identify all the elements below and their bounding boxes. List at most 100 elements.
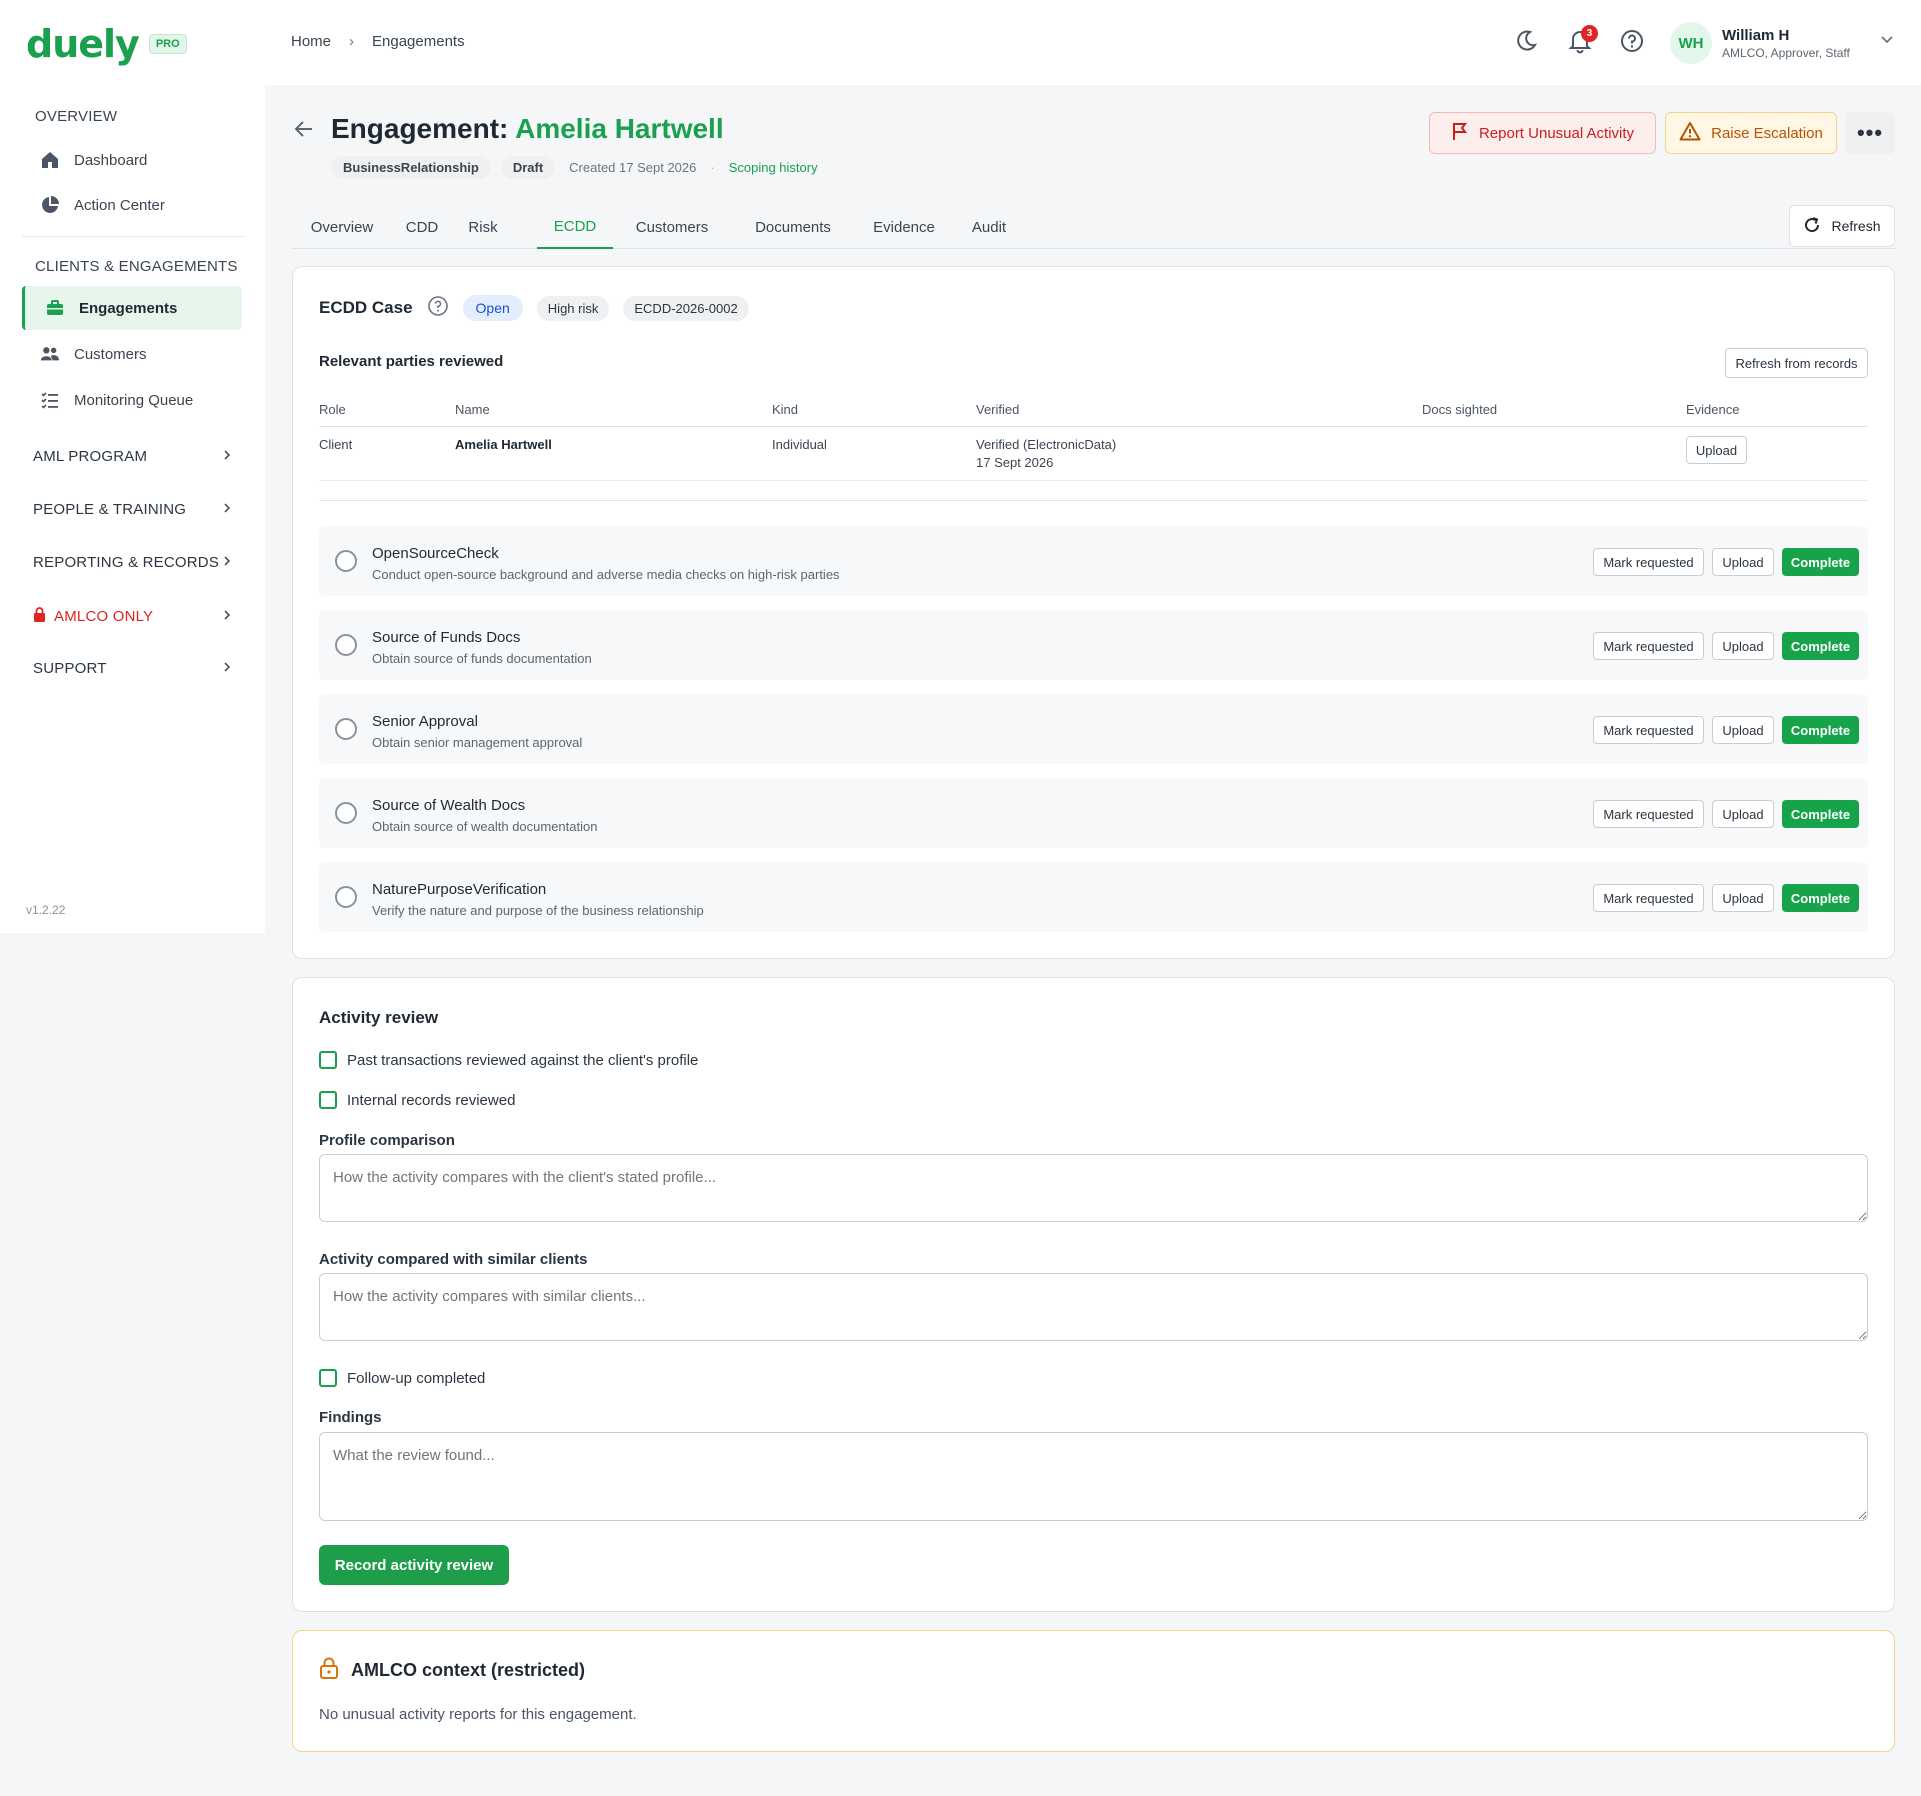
amlco-empty-message: No unusual activity reports for this eng… xyxy=(319,1706,637,1723)
mark-requested-button[interactable]: Mark requested xyxy=(1593,548,1704,576)
nav-group-label: SUPPORT xyxy=(33,660,107,677)
chevron-down-icon[interactable] xyxy=(1880,32,1894,50)
sidebar-item-label: Monitoring Queue xyxy=(74,391,194,409)
brand-tier-badge: PRO xyxy=(148,34,187,54)
parties-title: Relevant parties reviewed xyxy=(319,353,504,370)
record-activity-review-button[interactable]: Record activity review xyxy=(319,1545,509,1585)
nav-section-overview: OVERVIEW xyxy=(35,108,118,125)
bell-icon[interactable]: 3 xyxy=(1567,25,1598,54)
sidebar-item-action-center[interactable]: Action Center xyxy=(22,183,242,227)
party-name: Amelia Hartwell xyxy=(455,437,552,452)
more-actions-button[interactable]: ••• xyxy=(1845,112,1895,154)
back-arrow-icon[interactable] xyxy=(293,118,315,144)
tab-risk[interactable]: Risk xyxy=(452,205,514,249)
avatar[interactable]: WH xyxy=(1670,22,1712,64)
help-circle-icon[interactable] xyxy=(427,295,449,321)
nav-group-label: PEOPLE & TRAINING xyxy=(33,501,187,518)
upload-button[interactable]: Upload xyxy=(1712,632,1774,660)
user-name[interactable]: William H xyxy=(1722,27,1789,44)
brand-logo[interactable]: duely PRO xyxy=(26,22,187,66)
profile-comparison-field[interactable] xyxy=(319,1154,1868,1222)
refresh-button[interactable]: Refresh xyxy=(1789,205,1895,247)
nav-group-support[interactable]: SUPPORT xyxy=(33,660,233,677)
mark-requested-button[interactable]: Mark requested xyxy=(1593,716,1704,744)
chevron-right-icon xyxy=(221,660,233,677)
tab-audit[interactable]: Audit xyxy=(953,205,1025,249)
column-header: Kind xyxy=(772,402,799,417)
breadcrumb-home[interactable]: Home xyxy=(291,33,331,50)
sidebar-item-dashboard[interactable]: Dashboard xyxy=(22,138,242,182)
mark-requested-button[interactable]: Mark requested xyxy=(1593,800,1704,828)
tab-evidence[interactable]: Evidence xyxy=(855,205,953,249)
sidebar-item-label: Engagements xyxy=(79,299,178,317)
findings-field[interactable] xyxy=(319,1432,1868,1521)
moon-icon[interactable] xyxy=(1513,28,1539,54)
internal-records-checkbox[interactable] xyxy=(319,1091,337,1109)
flag-icon xyxy=(1451,121,1469,145)
internal-records-checkbox-row[interactable]: Internal records reviewed xyxy=(319,1091,515,1109)
column-header: Name xyxy=(455,402,490,417)
upload-button[interactable]: Upload xyxy=(1712,800,1774,828)
task-description: Obtain source of funds documentation xyxy=(372,651,592,666)
evidence-upload-button[interactable]: Upload xyxy=(1686,436,1747,464)
followup-completed-checkbox[interactable] xyxy=(319,1369,337,1387)
sidebar-item-monitoring-queue[interactable]: Monitoring Queue xyxy=(22,378,242,422)
ecdd-task: Source of Funds Docs Obtain source of fu… xyxy=(319,610,1868,680)
complete-button[interactable]: Complete xyxy=(1782,632,1859,660)
sidebar-item-engagements[interactable]: Engagements xyxy=(22,286,242,330)
task-status-radio[interactable] xyxy=(335,634,357,656)
party-verified: Verified (ElectronicData) 17 Sept 2026 xyxy=(976,437,1116,470)
section-divider xyxy=(319,500,1868,501)
tab-ecdd[interactable]: ECDD xyxy=(537,205,613,249)
transactions-reviewed-checkbox-row[interactable]: Past transactions reviewed against the c… xyxy=(319,1051,698,1069)
sidebar-item-customers[interactable]: Customers xyxy=(22,332,242,376)
complete-button[interactable]: Complete xyxy=(1782,716,1859,744)
task-name: Source of Funds Docs xyxy=(372,629,521,646)
refresh-from-records-button[interactable]: Refresh from records xyxy=(1725,348,1868,378)
parties-table: Role Name Kind Verified Docs sighted Evi… xyxy=(319,393,1868,481)
refresh-icon xyxy=(1803,216,1821,237)
engagement-name: Amelia Hartwell xyxy=(515,113,724,144)
followup-checkbox-row[interactable]: Follow-up completed xyxy=(319,1369,485,1387)
ecdd-header: ECDD Case Open High risk ECDD-2026-0002 xyxy=(319,295,749,321)
complete-button[interactable]: Complete xyxy=(1782,800,1859,828)
similar-clients-field[interactable] xyxy=(319,1273,1868,1341)
nav-group-label: REPORTING & RECORDS xyxy=(33,554,220,571)
nav-group-aml-program[interactable]: AML PROGRAM xyxy=(33,448,233,465)
complete-button[interactable]: Complete xyxy=(1782,548,1859,576)
page-title: Engagement: Amelia Hartwell xyxy=(331,113,724,145)
tab-customers[interactable]: Customers xyxy=(613,205,731,249)
task-status-radio[interactable] xyxy=(335,886,357,908)
task-status-radio[interactable] xyxy=(335,550,357,572)
upload-button[interactable]: Upload xyxy=(1712,884,1774,912)
nav-group-people-training[interactable]: PEOPLE & TRAINING xyxy=(33,501,233,518)
lock-icon xyxy=(319,1657,339,1684)
scoping-history-link[interactable]: Scoping history xyxy=(725,160,818,175)
mark-requested-button[interactable]: Mark requested xyxy=(1593,632,1704,660)
nav-group-label: AMLCO ONLY xyxy=(54,608,154,625)
mark-requested-button[interactable]: Mark requested xyxy=(1593,884,1704,912)
chevron-right-icon xyxy=(221,501,233,518)
upload-button[interactable]: Upload xyxy=(1712,716,1774,744)
ecdd-task: NaturePurposeVerification Verify the nat… xyxy=(319,862,1868,932)
task-status-radio[interactable] xyxy=(335,802,357,824)
amlco-title-row: AMLCO context (restricted) xyxy=(319,1657,585,1684)
task-name: Senior Approval xyxy=(372,713,478,730)
meta-separator: · xyxy=(710,160,715,175)
upload-button[interactable]: Upload xyxy=(1712,548,1774,576)
nav-group-amlco-only[interactable]: AMLCO ONLY xyxy=(33,607,233,626)
tab-cdd[interactable]: CDD xyxy=(392,205,452,249)
ecdd-task: Senior Approval Obtain senior management… xyxy=(319,694,1868,764)
tab-documents[interactable]: Documents xyxy=(731,205,855,249)
tab-overview[interactable]: Overview xyxy=(292,205,392,249)
transactions-reviewed-checkbox[interactable] xyxy=(319,1051,337,1069)
ecdd-case-card: ECDD Case Open High risk ECDD-2026-0002 … xyxy=(292,266,1895,959)
nav-group-reporting-records[interactable]: REPORTING & RECORDS xyxy=(33,554,233,571)
task-name: NaturePurposeVerification xyxy=(372,881,547,898)
report-unusual-activity-button[interactable]: Report Unusual Activity xyxy=(1429,112,1656,154)
raise-escalation-button[interactable]: Raise Escalation xyxy=(1665,112,1837,154)
help-circle-icon[interactable] xyxy=(1619,28,1645,54)
task-status-radio[interactable] xyxy=(335,718,357,740)
similar-clients-label: Activity compared with similar clients xyxy=(319,1251,588,1268)
complete-button[interactable]: Complete xyxy=(1782,884,1859,912)
